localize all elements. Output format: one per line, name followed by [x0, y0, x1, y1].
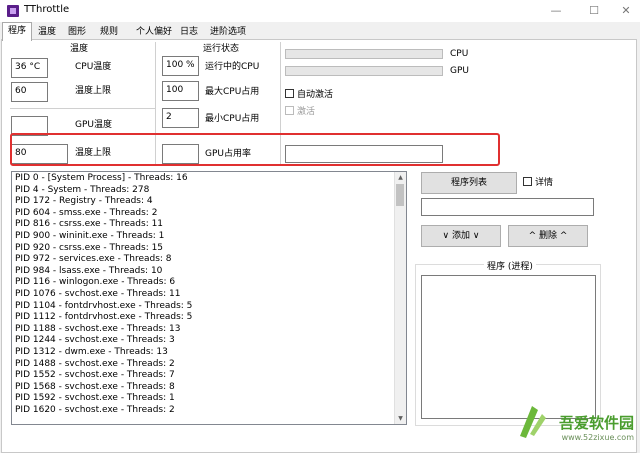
- program-filter-field[interactable]: [421, 198, 594, 216]
- min-cpu-label: 最小CPU占用: [205, 114, 260, 124]
- process-list-item[interactable]: PID 984 - lsass.exe - Threads: 10: [12, 266, 406, 278]
- scroll-thumb[interactable]: [396, 184, 404, 206]
- process-list-item[interactable]: PID 816 - csrss.exe - Threads: 11: [12, 219, 406, 231]
- process-list-item[interactable]: PID 1568 - svchost.exe - Threads: 8: [12, 382, 406, 394]
- cpu-temp-limit-field[interactable]: 60: [11, 82, 48, 102]
- process-list-item[interactable]: PID 116 - winlogon.exe - Threads: 6: [12, 277, 406, 289]
- tab-advanced[interactable]: 进阶选项: [208, 24, 248, 40]
- process-list-item[interactable]: PID 172 - Registry - Threads: 4: [12, 196, 406, 208]
- program-process-list[interactable]: [421, 275, 596, 419]
- process-list-item[interactable]: PID 1244 - svchost.exe - Threads: 3: [12, 335, 406, 347]
- remove-button[interactable]: ^ 删除 ^: [508, 225, 588, 247]
- details-checkbox[interactable]: [523, 177, 532, 186]
- process-list-scrollbar[interactable]: ▲ ▼: [394, 172, 406, 424]
- tab-rules[interactable]: 规则: [96, 24, 122, 40]
- process-list-item[interactable]: PID 1620 - svchost.exe - Threads: 2: [12, 405, 406, 417]
- process-list-item[interactable]: PID 1312 - dwm.exe - Threads: 13: [12, 347, 406, 359]
- maximize-button[interactable]: ☐: [582, 3, 606, 19]
- process-list-item[interactable]: PID 4 - System - Threads: 278: [12, 185, 406, 197]
- minimize-button[interactable]: —: [544, 3, 568, 19]
- window-title: TThrottle: [24, 4, 70, 15]
- process-list-item[interactable]: PID 0 - [System Process] - Threads: 16: [12, 173, 406, 185]
- tab-preferences[interactable]: 个人偏好: [134, 24, 174, 40]
- scroll-down-icon[interactable]: ▼: [395, 413, 406, 424]
- max-cpu-field[interactable]: 100: [162, 81, 199, 101]
- tab-temperature[interactable]: 温度: [34, 24, 60, 40]
- tab-log[interactable]: 日志: [176, 24, 202, 40]
- add-button[interactable]: ∨ 添加 ∨: [421, 225, 501, 247]
- app-icon: [7, 5, 19, 17]
- watermark-logo: [512, 400, 552, 440]
- running-cpu-field: 100 %: [162, 56, 199, 76]
- status-section-header: 运行状态: [203, 44, 240, 54]
- process-list-item[interactable]: PID 1112 - fontdrvhost.exe - Threads: 5: [12, 312, 406, 324]
- watermark: 吾爱软件园 www.52zixue.com: [559, 412, 634, 449]
- running-cpu-label: 运行中的CPU: [205, 62, 260, 72]
- max-cpu-label: 最大CPU占用: [205, 87, 260, 97]
- process-list[interactable]: PID 0 - [System Process] - Threads: 16 PI…: [11, 171, 407, 425]
- process-list-item[interactable]: PID 1592 - svchost.exe - Threads: 1: [12, 393, 406, 405]
- cpu-temp-label: CPU温度: [75, 62, 112, 72]
- process-list-item[interactable]: PID 1104 - fontdrvhost.exe - Threads: 5: [12, 301, 406, 313]
- title-bar: TThrottle — ☐ ✕: [0, 0, 640, 22]
- gpu-usage-bar: [285, 66, 443, 76]
- watermark-brand: 吾爱软件园: [558, 414, 634, 432]
- scroll-up-icon[interactable]: ▲: [395, 172, 406, 183]
- process-list-item[interactable]: PID 900 - wininit.exe - Threads: 1: [12, 231, 406, 243]
- cpu-bar-label: CPU: [450, 49, 469, 59]
- process-list-item[interactable]: PID 1552 - svchost.exe - Threads: 7: [12, 370, 406, 382]
- cpu-usage-bar: [285, 49, 443, 59]
- details-label: 详情: [535, 178, 554, 188]
- tab-bar: 程序 温度 图形 规则 个人偏好 日志 进阶选项: [0, 22, 640, 41]
- cpu-section-header: 温度: [70, 44, 89, 54]
- min-cpu-field[interactable]: 2: [162, 108, 199, 128]
- watermark-url: www.52zixue.com: [561, 433, 634, 442]
- activate-checkbox[interactable]: [285, 106, 294, 115]
- gpu-temp-label: GPU温度: [75, 120, 112, 130]
- process-list-item[interactable]: PID 920 - csrss.exe - Threads: 15: [12, 243, 406, 255]
- auto-activate-label: 自动激活: [297, 90, 334, 100]
- process-list-item[interactable]: PID 1488 - svchost.exe - Threads: 2: [12, 359, 406, 371]
- tab-graph[interactable]: 图形: [64, 24, 90, 40]
- process-list-item[interactable]: PID 604 - smss.exe - Threads: 2: [12, 208, 406, 220]
- tab-program[interactable]: 程序: [2, 22, 32, 41]
- process-list-item[interactable]: PID 1076 - svchost.exe - Threads: 11: [12, 289, 406, 301]
- gpu-bar-label: GPU: [450, 66, 469, 76]
- cpu-temp-field: 36 °C: [11, 58, 48, 78]
- highlight-rectangle: [10, 133, 500, 166]
- program-list-button[interactable]: 程序列表: [421, 172, 517, 194]
- cpu-temp-limit-label: 温度上限: [75, 86, 112, 96]
- auto-activate-checkbox[interactable]: [285, 89, 294, 98]
- process-list-item[interactable]: PID 1188 - svchost.exe - Threads: 13: [12, 324, 406, 336]
- process-list-item[interactable]: PID 972 - services.exe - Threads: 8: [12, 254, 406, 266]
- divider: [10, 108, 156, 109]
- close-button[interactable]: ✕: [614, 3, 638, 19]
- program-groupbox-title: 程序 (进程): [484, 259, 536, 272]
- activate-label: 激活: [297, 107, 316, 117]
